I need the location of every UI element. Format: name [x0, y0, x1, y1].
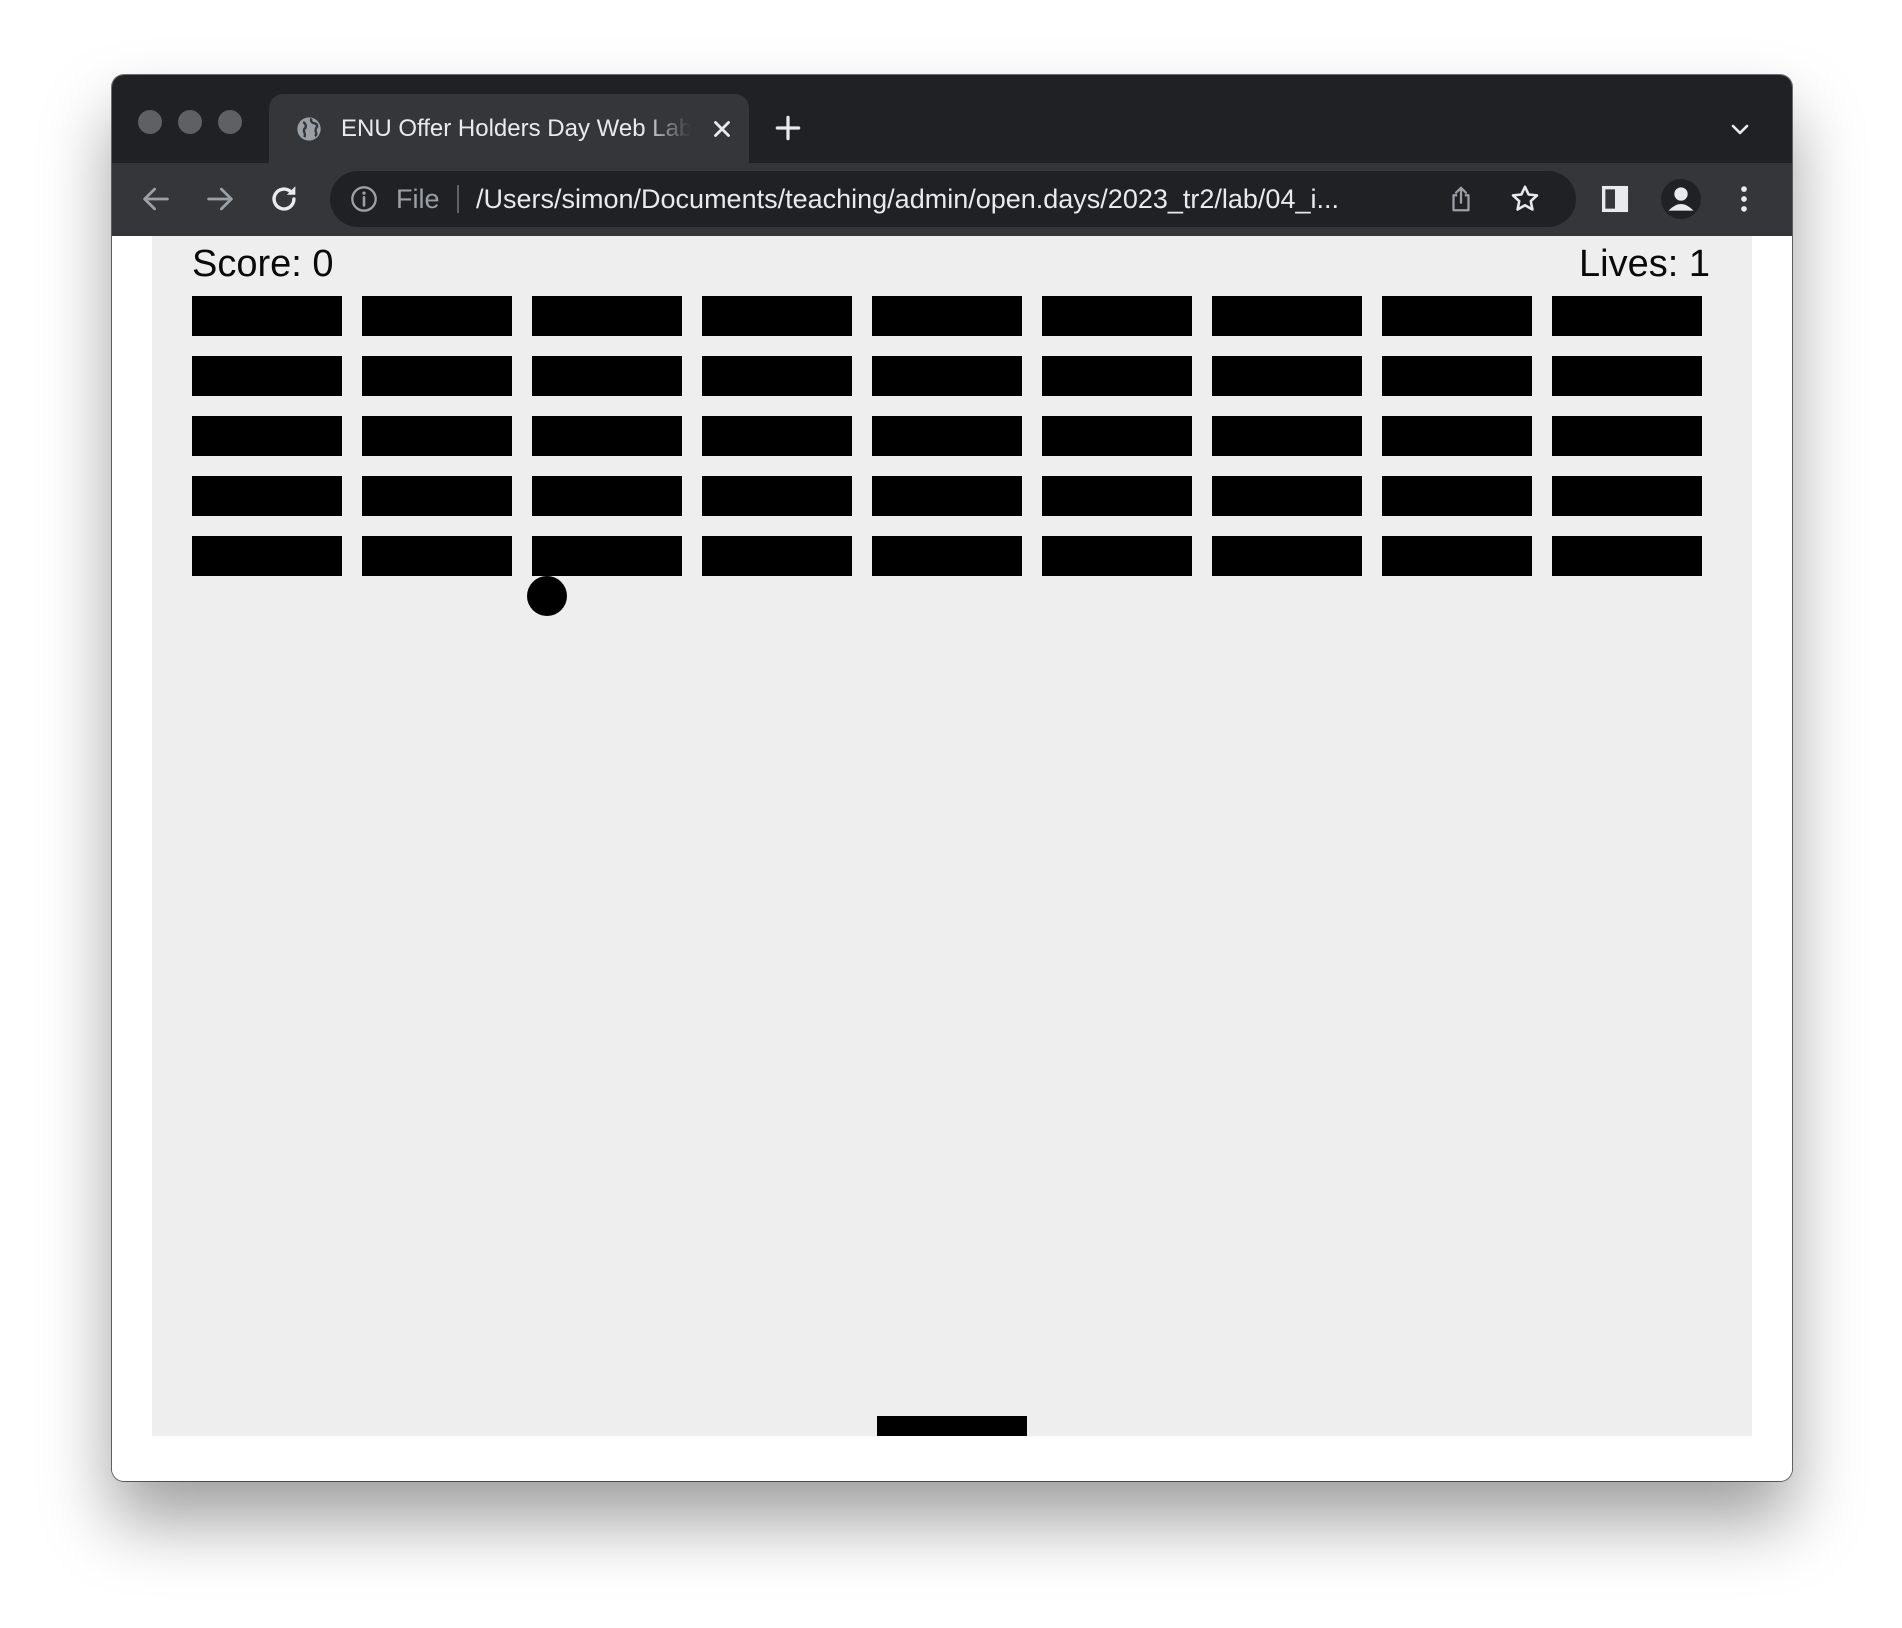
- brick: [532, 476, 682, 516]
- brick: [1042, 416, 1192, 456]
- brick: [532, 356, 682, 396]
- ball: [527, 576, 567, 616]
- brick: [362, 296, 512, 336]
- browser-window: ENU Offer Holders Day Web Lab File /User…: [112, 75, 1792, 1481]
- maximize-window-button[interactable]: [218, 110, 242, 134]
- brick: [532, 296, 682, 336]
- brick: [192, 476, 342, 516]
- brick: [1212, 536, 1362, 576]
- brick: [362, 476, 512, 516]
- back-arrow-icon[interactable]: [139, 182, 173, 216]
- reload-icon[interactable]: [267, 182, 301, 216]
- brick: [872, 416, 1022, 456]
- brick: [1212, 356, 1362, 396]
- brick: [1382, 296, 1532, 336]
- brick: [362, 536, 512, 576]
- address-bar-divider: [457, 185, 459, 213]
- paddle: [877, 1416, 1027, 1436]
- close-window-button[interactable]: [138, 110, 162, 134]
- brick: [1042, 476, 1192, 516]
- brick: [1042, 296, 1192, 336]
- brick: [1552, 536, 1702, 576]
- brick: [872, 476, 1022, 516]
- brick: [1212, 476, 1362, 516]
- brick: [702, 476, 852, 516]
- score-label: Score: 0: [192, 243, 334, 285]
- brick: [362, 416, 512, 456]
- tab-search-chevron-down-icon[interactable]: [1728, 117, 1752, 141]
- brick: [1212, 416, 1362, 456]
- new-tab-icon[interactable]: [772, 112, 804, 144]
- brick: [362, 356, 512, 396]
- brick: [192, 296, 342, 336]
- tab-strip: ENU Offer Holders Day Web Lab: [112, 75, 1792, 163]
- close-tab-icon[interactable]: [709, 116, 735, 142]
- brick: [702, 416, 852, 456]
- brick: [702, 296, 852, 336]
- brick: [1042, 536, 1192, 576]
- brick: [1552, 416, 1702, 456]
- brick: [1212, 296, 1362, 336]
- game-canvas[interactable]: Score: 0 Lives: 1: [152, 236, 1752, 1436]
- brick: [1382, 416, 1532, 456]
- scheme-label: File: [396, 184, 440, 214]
- brick: [192, 416, 342, 456]
- lives-label: Lives: 1: [1579, 243, 1710, 285]
- brick: [1042, 356, 1192, 396]
- browser-toolbar: File /Users/simon/Documents/teaching/adm…: [112, 163, 1792, 236]
- brick: [532, 416, 682, 456]
- profile-avatar-icon[interactable]: [1661, 179, 1701, 219]
- brick: [1382, 476, 1532, 516]
- brick: [872, 356, 1022, 396]
- brick: [532, 536, 682, 576]
- globe-icon: [297, 117, 321, 141]
- bookmark-star-icon[interactable]: [1509, 183, 1541, 215]
- brick: [1382, 536, 1532, 576]
- forward-arrow-icon[interactable]: [203, 182, 237, 216]
- brick: [192, 356, 342, 396]
- brick: [702, 356, 852, 396]
- minimize-window-button[interactable]: [178, 110, 202, 134]
- brick: [1552, 356, 1702, 396]
- brick: [1552, 476, 1702, 516]
- brick: [702, 536, 852, 576]
- tab-title: ENU Offer Holders Day Web Lab: [341, 115, 691, 142]
- brick: [192, 536, 342, 576]
- brick: [872, 536, 1022, 576]
- side-panel-icon[interactable]: [1598, 182, 1632, 216]
- address-bar[interactable]: File /Users/simon/Documents/teaching/adm…: [330, 171, 1576, 227]
- brick: [1382, 356, 1532, 396]
- brick: [872, 296, 1022, 336]
- info-icon[interactable]: [350, 185, 378, 213]
- tab-active[interactable]: ENU Offer Holders Day Web Lab: [269, 94, 749, 163]
- page-content: Score: 0 Lives: 1: [112, 236, 1792, 1481]
- more-menu-icon[interactable]: [1727, 182, 1761, 216]
- share-icon[interactable]: [1446, 183, 1476, 215]
- url-text[interactable]: /Users/simon/Documents/teaching/admin/op…: [476, 182, 1436, 216]
- brick: [1552, 296, 1702, 336]
